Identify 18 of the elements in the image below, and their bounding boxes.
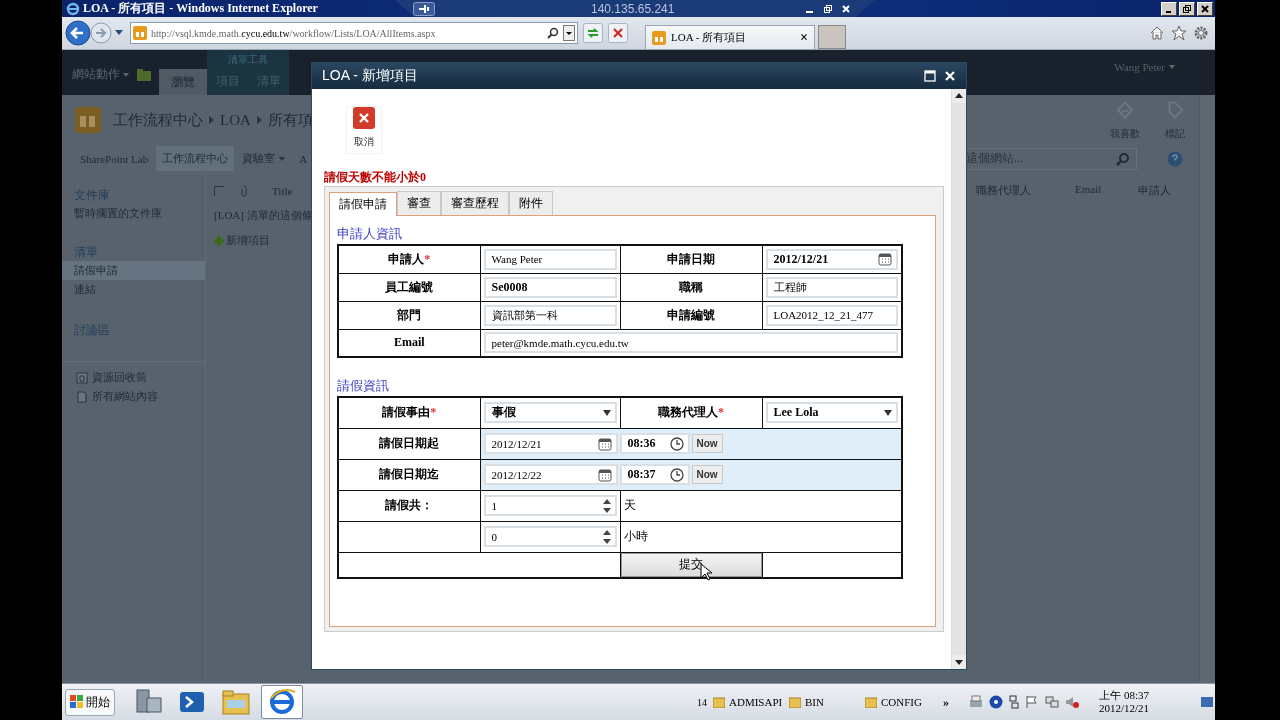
field-label: 申請人*: [338, 245, 480, 273]
field-label: 職務代理人*: [620, 397, 762, 428]
field-label: 職稱: [620, 273, 762, 301]
section-heading: 申請人資訊: [337, 226, 403, 242]
error-message: 請假天數不能小於0: [324, 169, 427, 186]
field-label: 請假日期迄: [338, 459, 480, 490]
section-heading: 請假資訊: [337, 378, 390, 394]
field-label: 部門: [338, 301, 480, 329]
field-label: 請假日期起: [338, 428, 480, 459]
field-label: 請假事由*: [338, 397, 480, 428]
dialog-title: LOA - 新增項目: [322, 67, 418, 85]
field-label: 申請編號: [620, 301, 762, 329]
field-label: 請假共：: [338, 490, 480, 521]
window-title: LOA - 所有項目 - Windows Internet Explorer: [83, 0, 318, 17]
connection-host: 140.135.65.241: [591, 1, 675, 16]
field-label: 員工編號: [338, 273, 480, 301]
field-label: 申請日期: [620, 245, 762, 273]
toolbar-counter: 14: [697, 696, 707, 708]
